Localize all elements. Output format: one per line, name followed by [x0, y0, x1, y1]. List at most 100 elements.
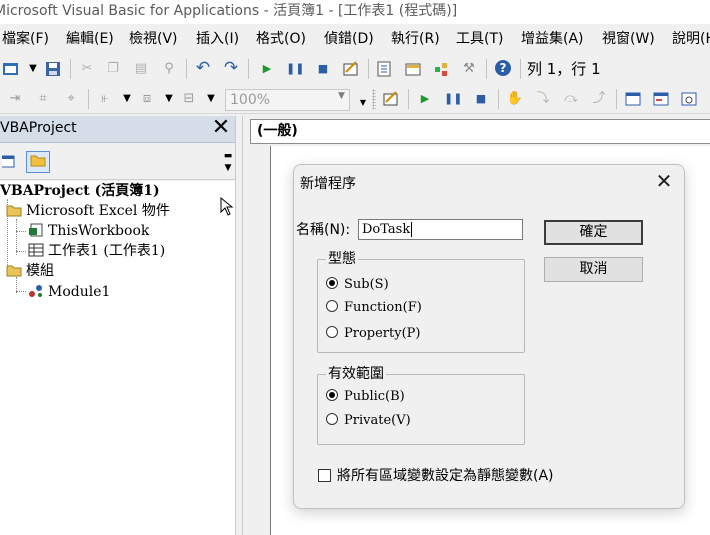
save-icon[interactable]: [44, 60, 62, 78]
immediate-window-icon[interactable]: [652, 90, 670, 108]
radio-property-indicator[interactable]: [326, 326, 338, 338]
menu-run[interactable]: 執行(R): [391, 30, 440, 48]
redo-icon[interactable]: ↷: [222, 59, 240, 77]
add-procedure-dialog: 新增程序 ✕ 名稱(N): DoTask 確定 取消 型態 Sub(S) Fun…: [293, 164, 685, 509]
indent-icon[interactable]: ⇥: [6, 90, 24, 108]
design-mode-icon[interactable]: [382, 90, 400, 108]
cursor-position-label: 列 1，行 1: [527, 60, 601, 78]
folder-icon: [6, 263, 22, 277]
scope-group: 有效範圍 Public(B) Private(V): [317, 365, 525, 445]
step-into-icon[interactable]: ⤵: [534, 90, 552, 108]
break-icon[interactable]: ❚❚: [444, 90, 462, 108]
step-over-icon[interactable]: ⤼: [562, 90, 580, 108]
find-icon[interactable]: ⚲: [160, 60, 178, 78]
tree-item-thisworkbook[interactable]: ThisWorkbook: [28, 222, 149, 240]
pane-splitter[interactable]: [235, 116, 243, 535]
run-icon[interactable]: ▶: [258, 60, 276, 78]
align-dropdown-icon[interactable]: ▼: [118, 90, 136, 108]
worksheet-icon: [28, 243, 44, 257]
watch-window-icon[interactable]: [680, 90, 698, 108]
object-browser-icon[interactable]: [432, 60, 450, 78]
toggle-breakpoint-icon[interactable]: ✋: [506, 90, 524, 108]
type-group: 型態 Sub(S) Function(F) Property(P): [317, 250, 525, 353]
toolbar-options-icon[interactable]: ▼: [354, 94, 372, 112]
scope-group-legend: 有效範圍: [326, 365, 386, 383]
code-margin-bar[interactable]: [243, 146, 271, 535]
select-object-icon[interactable]: ⌗: [34, 90, 52, 108]
radio-sub[interactable]: Sub(S): [326, 276, 389, 294]
static-checkbox-box[interactable]: [318, 469, 331, 482]
menu-help[interactable]: 說明(H): [672, 30, 710, 48]
cut-icon[interactable]: ✂: [78, 60, 96, 78]
folder-icon: [6, 203, 22, 217]
menu-insert[interactable]: 插入(I): [196, 30, 239, 48]
cancel-button[interactable]: 取消: [544, 257, 643, 282]
select-grid-icon[interactable]: ⌖: [62, 90, 80, 108]
scroll-arrows-icon[interactable]: ▬ ▼: [220, 150, 236, 176]
toolbox-icon[interactable]: ⚒: [460, 60, 478, 78]
project-tree: VBAProject (活頁簿1) Microsoft Excel 物件 Thi…: [0, 181, 235, 535]
menu-edit[interactable]: 編輯(E): [66, 30, 114, 48]
view-excel-icon[interactable]: [2, 60, 20, 78]
standard-toolbar: ▼ ✂ ❐ ▤ ⚲ ↶ ↷ ▶ ❚❚ ■ ⚒ ? 列 1，行 1: [0, 54, 710, 84]
insert-dropdown-icon[interactable]: ▼: [24, 60, 42, 78]
center-icon[interactable]: ⧈: [138, 90, 156, 108]
step-out-icon[interactable]: ⤴: [590, 90, 608, 108]
design-mode-icon[interactable]: [342, 60, 360, 78]
center-dropdown-icon[interactable]: ▼: [160, 90, 178, 108]
menu-debug[interactable]: 偵錯(D): [324, 30, 374, 48]
menu-window[interactable]: 視窗(W): [602, 30, 655, 48]
tree-item-excel-objects[interactable]: Microsoft Excel 物件: [6, 202, 170, 220]
menu-bar: 檔案(F) 編輯(E) 檢視(V) 插入(I) 格式(O) 偵錯(D) 執行(R…: [0, 24, 710, 54]
menu-tools[interactable]: 工具(T): [456, 30, 503, 48]
type-group-legend: 型態: [326, 250, 358, 268]
toggle-folders-icon[interactable]: [26, 151, 50, 173]
zoom-dropdown-icon[interactable]: ▼: [338, 91, 345, 101]
break-icon[interactable]: ❚❚: [286, 60, 304, 78]
radio-public[interactable]: Public(B): [326, 388, 405, 406]
menu-format[interactable]: 格式(O): [256, 30, 306, 48]
radio-property[interactable]: Property(P): [326, 325, 420, 343]
ok-button[interactable]: 確定: [544, 220, 643, 245]
radio-sub-indicator[interactable]: [326, 277, 338, 289]
radio-function[interactable]: Function(F): [326, 299, 422, 317]
properties-window-icon[interactable]: [404, 60, 422, 78]
radio-public-indicator[interactable]: [326, 389, 338, 401]
reset-icon[interactable]: ■: [314, 60, 332, 78]
copy-icon[interactable]: ❐: [104, 60, 122, 78]
reset-icon[interactable]: ■: [472, 90, 490, 108]
menu-file[interactable]: 檔案(F): [2, 30, 49, 48]
workbook-icon: [28, 223, 44, 237]
dialog-title: 新增程序: [300, 176, 356, 192]
zoom-combo[interactable]: 100%: [225, 89, 350, 111]
object-combo[interactable]: (一般): [250, 119, 710, 144]
tree-item-project[interactable]: VBAProject (活頁簿1): [0, 182, 160, 200]
size-dropdown-icon[interactable]: ▼: [202, 90, 220, 108]
tree-item-modules[interactable]: 模組: [6, 262, 54, 280]
run-icon[interactable]: ▶: [416, 90, 434, 108]
menu-addins[interactable]: 增益集(A): [521, 30, 584, 48]
radio-private[interactable]: Private(V): [326, 412, 411, 430]
close-icon[interactable]: ✕: [210, 117, 232, 139]
paste-icon[interactable]: ▤: [132, 60, 150, 78]
tree-item-sheet1[interactable]: 工作表1 (工作表1): [28, 242, 165, 260]
name-input-value: DoTask: [362, 222, 411, 237]
name-input[interactable]: DoTask: [358, 219, 523, 240]
radio-function-indicator[interactable]: [326, 300, 338, 312]
radio-private-indicator[interactable]: [326, 413, 338, 425]
project-explorer-icon[interactable]: [376, 60, 394, 78]
locals-window-icon[interactable]: [624, 90, 642, 108]
help-icon[interactable]: ?: [494, 59, 512, 77]
edit-toolbar: ⇥ ⌗ ⌖ ⫦ ▼ ⧈ ▼ ⊟ ▼ ▼ ▶ ❚❚ ■ ✋ ⤵ ⤼ ⤴: [0, 84, 710, 114]
project-explorer-header: VBAProject ✕: [0, 116, 237, 143]
menu-view[interactable]: 檢視(V): [129, 30, 178, 48]
project-explorer-toolbar: ▬ ▼: [0, 144, 237, 180]
tree-item-module1[interactable]: Module1: [28, 283, 110, 301]
window-title-bar: Microsoft Visual Basic for Applications …: [0, 0, 710, 24]
static-variables-checkbox[interactable]: 將所有區域變數設定為靜態變數(A): [318, 467, 554, 485]
align-left-icon[interactable]: ⫦: [96, 90, 114, 108]
view-object-icon[interactable]: [0, 152, 18, 170]
close-icon[interactable]: ✕: [652, 169, 676, 193]
undo-icon[interactable]: ↶: [194, 59, 212, 77]
size-icon[interactable]: ⊟: [180, 90, 198, 108]
